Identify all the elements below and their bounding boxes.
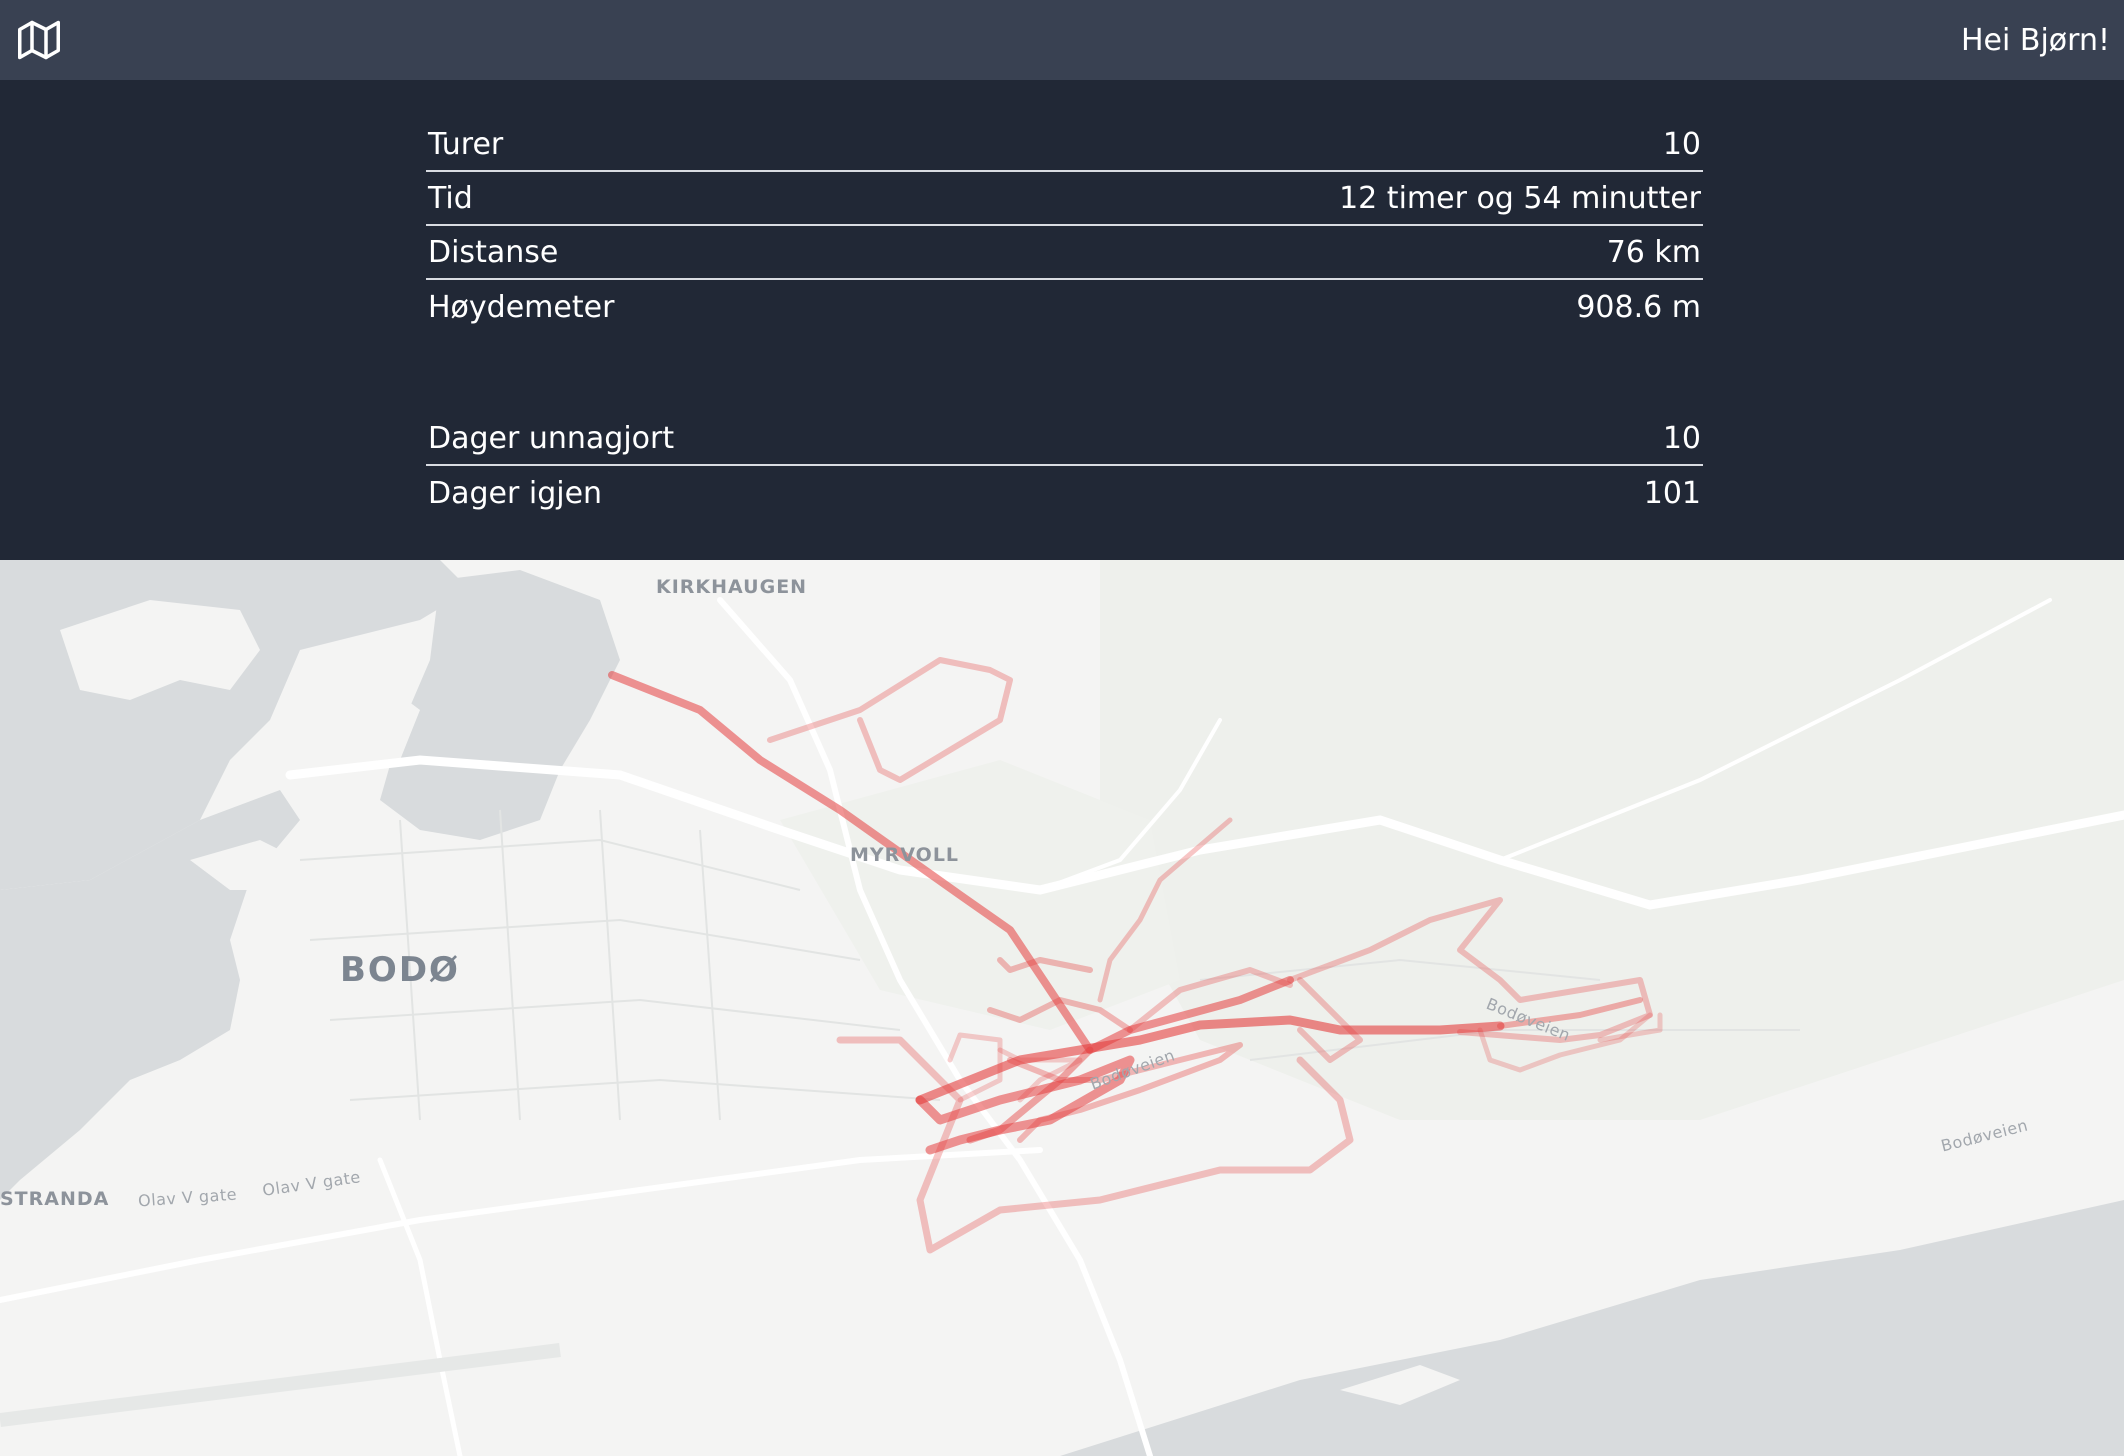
stat-row-tid: Tid 12 timer og 54 minutter (426, 172, 1703, 226)
map-label-stranda: STRANDA (0, 1188, 110, 1210)
map-label-kirkhaugen: KIRKHAUGEN (656, 576, 808, 598)
stat-label: Dager igjen (428, 475, 603, 511)
map-label-myrvoll: MYRVOLL (850, 844, 960, 866)
stat-row-turer: Turer 10 (426, 118, 1703, 172)
stat-value: 908.6 m (1576, 289, 1701, 325)
stat-label: Dager unnagjort (428, 420, 675, 456)
stats-panel: Turer 10 Tid 12 timer og 54 minutter Dis… (0, 80, 2124, 560)
stat-value: 10 (1662, 126, 1701, 162)
stat-value: 101 (1643, 475, 1701, 511)
stat-row-dager-unnagjort: Dager unnagjort 10 (426, 412, 1703, 466)
map-label-bodo: BODØ (340, 950, 460, 990)
stat-label: Høydemeter (428, 289, 615, 325)
route-map[interactable]: KIRKHAUGEN MYRVOLL BODØ STRANDA Olav V g… (0, 560, 2124, 1456)
top-navbar: Hei Bjørn! (0, 0, 2124, 80)
activity-stats-table: Turer 10 Tid 12 timer og 54 minutter Dis… (426, 118, 1703, 334)
user-greeting[interactable]: Hei Bjørn! (1961, 23, 2110, 58)
days-stats-table: Dager unnagjort 10 Dager igjen 101 (426, 412, 1703, 520)
stat-row-distanse: Distanse 76 km (426, 226, 1703, 280)
stat-label: Tid (428, 180, 473, 216)
map-icon[interactable] (18, 19, 60, 61)
stat-label: Distanse (428, 234, 559, 270)
stat-value: 10 (1662, 420, 1701, 456)
stat-row-dager-igjen: Dager igjen 101 (426, 466, 1703, 520)
map-canvas[interactable] (0, 560, 2124, 1456)
stat-row-hoydemeter: Høydemeter 908.6 m (426, 280, 1703, 334)
stat-value: 12 timer og 54 minutter (1339, 180, 1701, 216)
stat-label: Turer (428, 126, 504, 162)
stat-value: 76 km (1606, 234, 1701, 270)
